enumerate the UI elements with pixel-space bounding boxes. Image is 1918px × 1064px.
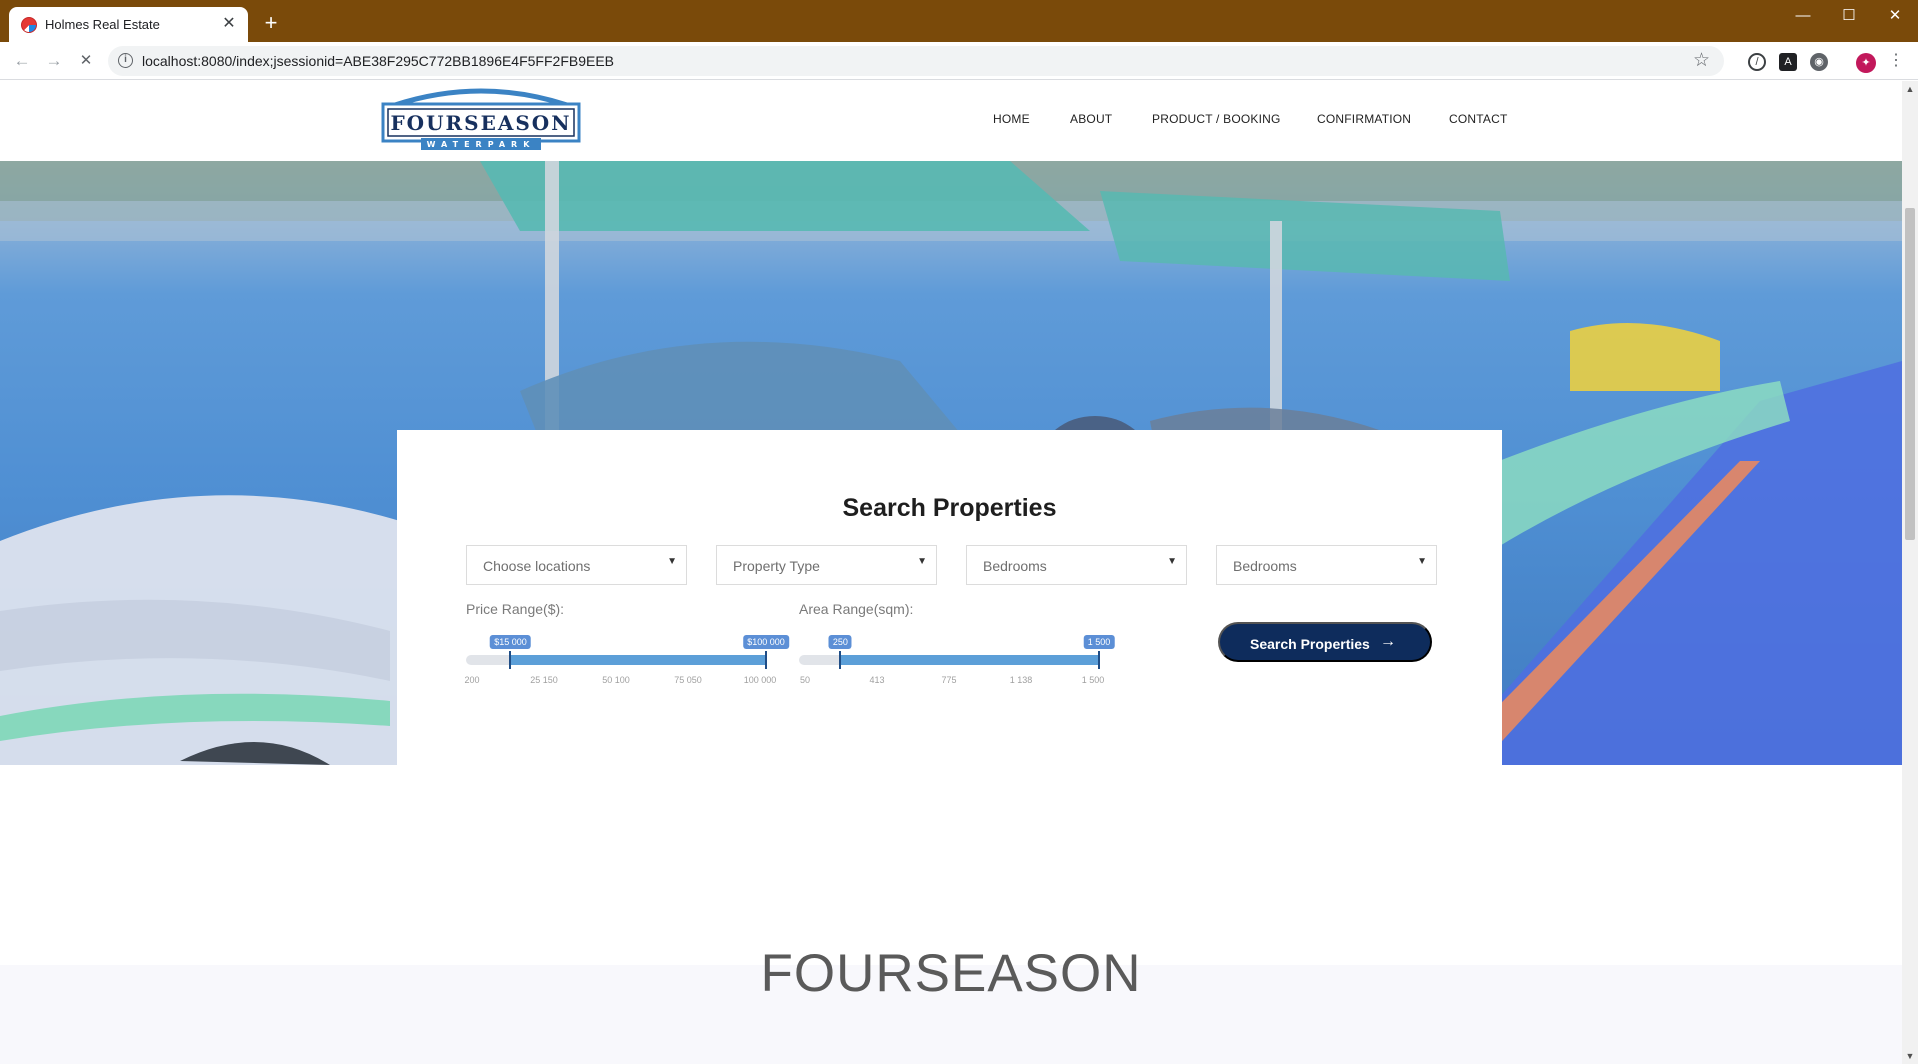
bedrooms-select-2[interactable]: Bedrooms ▼ <box>1216 545 1437 585</box>
site-favicon-icon <box>21 17 37 33</box>
browser-menu-icon[interactable]: ⋮ <box>1885 50 1907 72</box>
chevron-down-icon: ▼ <box>1167 556 1177 567</box>
bedrooms-select-2-value: Bedrooms <box>1233 558 1297 574</box>
logo-sub: WATERPARK <box>427 140 536 149</box>
browser-tab[interactable]: Holmes Real Estate ✕ <box>9 7 248 42</box>
area-range-label: Area Range(sqm): <box>799 601 914 617</box>
price-slider-fill <box>510 655 766 665</box>
area-low-tooltip: 250 <box>828 635 852 649</box>
price-tick-label: 200 <box>464 675 480 685</box>
url-text[interactable]: localhost:8080/index;jsessionid=ABE38F29… <box>142 53 614 69</box>
price-range-label: Price Range($): <box>466 601 565 617</box>
section-heading: FOURSEASON <box>760 944 1142 1003</box>
search-properties-button[interactable]: Search Properties → <box>1218 622 1432 662</box>
property-type-select[interactable]: Property Type ▼ <box>716 545 937 585</box>
price-tick-label: 75 050 <box>674 675 702 685</box>
new-tab-button[interactable]: + <box>260 12 282 34</box>
area-tick-label: 1 500 <box>1081 675 1105 685</box>
area-tick-label: 1 138 <box>1009 675 1033 685</box>
chevron-down-icon: ▼ <box>917 556 927 567</box>
price-slider-low-handle[interactable] <box>509 651 512 669</box>
price-tick-label: 100 000 <box>743 675 777 685</box>
area-slider-high-handle[interactable] <box>1098 651 1100 669</box>
nav-confirmation[interactable]: CONFIRMATION <box>1317 112 1411 126</box>
nav-contact[interactable]: CONTACT <box>1449 112 1508 126</box>
site-header: FOURSEASON WATERPARK HOME ABOUT PRODUCT … <box>0 81 1902 161</box>
minimize-window-button[interactable]: — <box>1780 4 1826 28</box>
area-tick-label: 413 <box>869 675 885 685</box>
price-tick-label: 50 100 <box>602 675 630 685</box>
scrollbar-thumb[interactable] <box>1905 208 1915 540</box>
forward-arrow-icon[interactable]: → <box>43 50 65 72</box>
price-slider-high-handle[interactable] <box>765 651 767 669</box>
location-select-value: Choose locations <box>483 558 591 574</box>
profile-avatar-icon[interactable]: ✦ <box>1856 53 1876 73</box>
area-tick-label: 50 <box>799 675 811 685</box>
chevron-down-icon: ▼ <box>667 556 677 567</box>
close-tab-icon[interactable]: ✕ <box>219 14 239 34</box>
web-page: FOURSEASON WATERPARK HOME ABOUT PRODUCT … <box>0 81 1902 1064</box>
block-extension-icon[interactable]: / <box>1748 53 1766 71</box>
scroll-down-arrow-icon[interactable]: ▼ <box>1902 1048 1918 1064</box>
bedrooms-select-value: Bedrooms <box>983 558 1047 574</box>
price-tick-label: 25 150 <box>530 675 558 685</box>
extension-icon[interactable]: ◉ <box>1810 53 1828 71</box>
maximize-window-button[interactable]: ☐ <box>1826 4 1872 28</box>
browser-toolbar: ← → ✕ i localhost:8080/index;jsessionid=… <box>0 42 1918 80</box>
nav-about[interactable]: ABOUT <box>1070 112 1112 126</box>
logo-name: FOURSEASON <box>390 111 571 135</box>
stop-loading-icon[interactable]: ✕ <box>75 50 97 72</box>
area-high-tooltip: 1 500 <box>1083 635 1115 649</box>
price-low-tooltip: $15 000 <box>490 635 531 649</box>
search-title: Search Properties <box>842 494 1057 522</box>
scroll-up-arrow-icon[interactable]: ▲ <box>1902 81 1918 97</box>
price-range-slider[interactable]: $15 000 $100 000 200 25 150 50 100 75 05… <box>464 635 789 695</box>
bedrooms-select[interactable]: Bedrooms ▼ <box>966 545 1187 585</box>
search-button-label: Search Properties <box>1250 636 1370 652</box>
tab-title: Holmes Real Estate <box>45 17 160 32</box>
area-slider-low-handle[interactable] <box>839 651 842 669</box>
nav-product-booking[interactable]: PRODUCT / BOOKING <box>1152 112 1281 126</box>
page-scrollbar[interactable]: ▲ ▼ <box>1902 81 1918 1064</box>
translate-extension-icon[interactable]: A <box>1779 53 1797 71</box>
back-arrow-icon[interactable]: ← <box>11 50 33 72</box>
address-bar[interactable]: i localhost:8080/index;jsessionid=ABE38F… <box>108 46 1724 76</box>
location-select[interactable]: Choose locations ▼ <box>466 545 687 585</box>
site-info-icon[interactable]: i <box>118 53 133 68</box>
bookmark-star-icon[interactable]: ☆ <box>1693 49 1710 72</box>
area-range-slider[interactable]: 250 1 500 50 413 775 1 138 1 500 <box>799 635 1115 695</box>
fourseason-logo[interactable]: FOURSEASON WATERPARK <box>381 83 581 159</box>
property-type-select-value: Property Type <box>733 558 820 574</box>
area-tick-label: 775 <box>941 675 957 685</box>
search-properties-panel: Search Properties Choose locations ▼ Pro… <box>397 430 1502 765</box>
area-slider-fill <box>840 655 1099 665</box>
browser-tab-bar: Holmes Real Estate ✕ + — ☐ ✕ <box>0 0 1918 42</box>
nav-home[interactable]: HOME <box>993 112 1030 126</box>
close-window-button[interactable]: ✕ <box>1872 4 1918 28</box>
chevron-down-icon: ▼ <box>1417 556 1427 567</box>
price-high-tooltip: $100 000 <box>743 635 789 649</box>
arrow-right-icon: → <box>1380 633 1396 650</box>
